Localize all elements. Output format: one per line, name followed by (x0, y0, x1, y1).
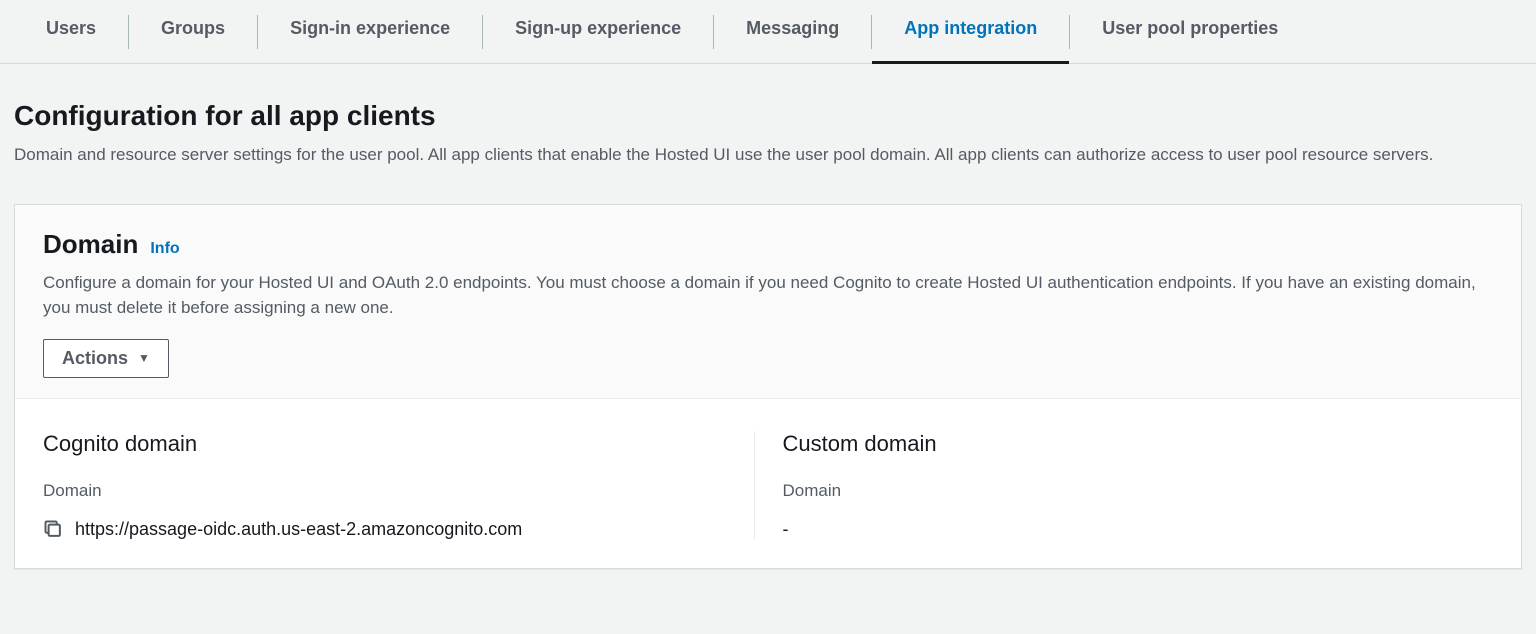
cognito-domain-heading: Cognito domain (43, 431, 754, 457)
tab-sign-up-experience[interactable]: Sign-up experience (483, 18, 713, 63)
info-link[interactable]: Info (150, 240, 179, 258)
custom-domain-column: Custom domain Domain - (754, 431, 1494, 540)
dropdown-caret-icon: ▼ (138, 351, 150, 365)
tab-user-pool-properties[interactable]: User pool properties (1070, 18, 1310, 63)
cognito-domain-value: https://passage-oidc.auth.us-east-2.amaz… (75, 519, 522, 540)
tab-sign-in-experience[interactable]: Sign-in experience (258, 18, 482, 63)
section-description: Domain and resource server settings for … (14, 142, 1522, 168)
cognito-domain-column: Cognito domain Domain https://passage-oi… (43, 431, 754, 540)
cognito-domain-label: Domain (43, 481, 754, 501)
tab-app-integration[interactable]: App integration (872, 18, 1069, 63)
domain-card-body: Cognito domain Domain https://passage-oi… (15, 399, 1521, 568)
tab-groups[interactable]: Groups (129, 18, 257, 63)
domain-card: Domain Info Configure a domain for your … (14, 204, 1522, 569)
custom-domain-label: Domain (783, 481, 1494, 501)
cognito-domain-value-row: https://passage-oidc.auth.us-east-2.amaz… (43, 519, 754, 540)
section-header: Configuration for all app clients Domain… (0, 64, 1536, 168)
actions-button-label: Actions (62, 348, 128, 369)
copy-icon[interactable] (43, 519, 63, 539)
domain-card-title: Domain (43, 229, 138, 260)
tab-messaging[interactable]: Messaging (714, 18, 871, 63)
card-title-row: Domain Info (43, 229, 1493, 260)
tab-users[interactable]: Users (14, 18, 128, 63)
domain-card-header: Domain Info Configure a domain for your … (15, 205, 1521, 399)
actions-button[interactable]: Actions ▼ (43, 339, 169, 378)
tab-bar: Users Groups Sign-in experience Sign-up … (0, 0, 1536, 64)
section-title: Configuration for all app clients (14, 100, 1522, 132)
domain-card-description: Configure a domain for your Hosted UI an… (43, 270, 1493, 321)
custom-domain-heading: Custom domain (783, 431, 1494, 457)
custom-domain-value-row: - (783, 519, 1494, 540)
custom-domain-value: - (783, 519, 789, 540)
